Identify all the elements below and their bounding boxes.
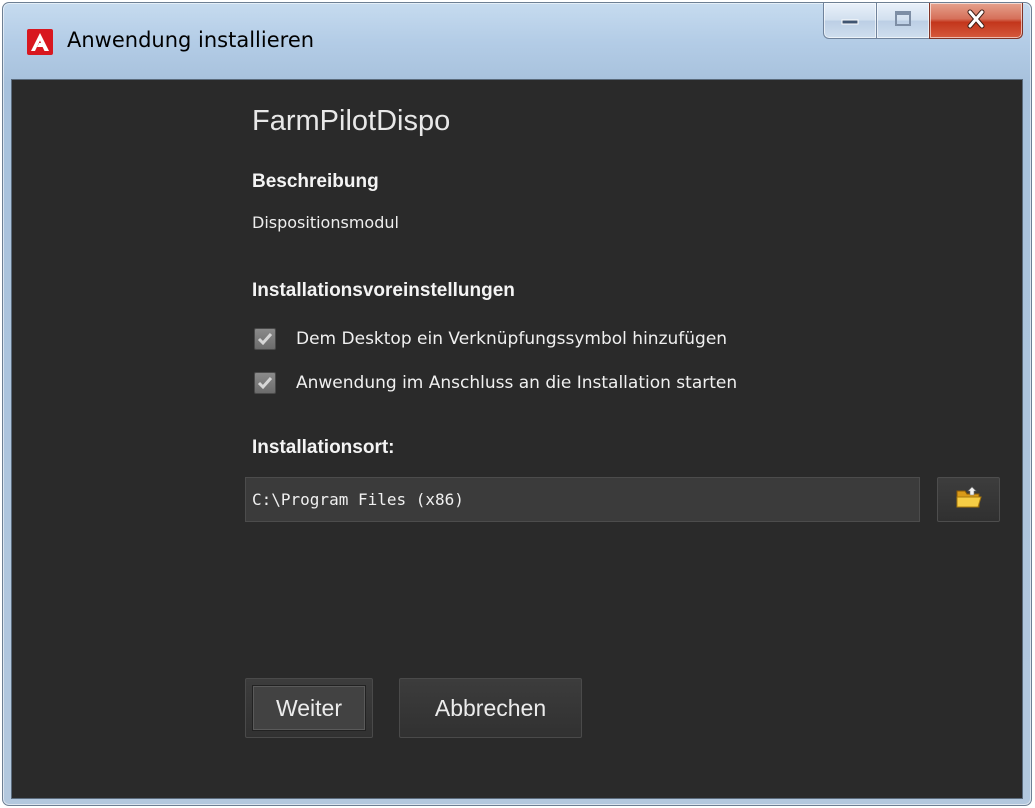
- installer-content: FarmPilotDispo Beschreibung Dispositions…: [11, 79, 1023, 799]
- checkmark-icon: [257, 333, 273, 346]
- description-text: Dispositionsmodul: [252, 213, 399, 232]
- preferences-heading: Installationsvoreinstellungen: [252, 280, 515, 301]
- install-location-heading: Installationsort:: [252, 437, 395, 458]
- window-title: Anwendung installieren: [67, 28, 315, 52]
- description-heading: Beschreibung: [252, 171, 379, 192]
- desktop-shortcut-checkbox[interactable]: [254, 328, 276, 350]
- browse-folder-button[interactable]: [937, 477, 1000, 522]
- maximize-icon: [892, 10, 914, 32]
- start-after-install-checkbox[interactable]: [254, 372, 276, 394]
- start-after-install-option[interactable]: Anwendung im Anschluss an die Installati…: [254, 371, 737, 395]
- folder-icon: [955, 486, 983, 514]
- caption-buttons: [823, 3, 1023, 43]
- minimize-icon: [839, 11, 861, 30]
- close-icon: [965, 9, 987, 33]
- installer-window: Anwendung installieren FarmPilotDispo Be…: [2, 2, 1032, 806]
- install-path-input[interactable]: [245, 477, 920, 522]
- title-bar[interactable]: Anwendung installieren: [3, 3, 1031, 79]
- start-after-install-label: Anwendung im Anschluss an die Installati…: [296, 373, 738, 393]
- desktop-shortcut-option[interactable]: Dem Desktop ein Verknüpfungssymbol hinzu…: [254, 327, 727, 351]
- close-button[interactable]: [929, 3, 1023, 39]
- adobe-air-icon: [27, 29, 53, 55]
- next-button-label: Weiter: [252, 685, 366, 731]
- app-name-heading: FarmPilotDispo: [252, 105, 451, 137]
- maximize-button[interactable]: [876, 3, 929, 39]
- cancel-button-label: Abbrechen: [434, 694, 547, 721]
- cancel-button[interactable]: Abbrechen: [399, 678, 582, 738]
- desktop-shortcut-label: Dem Desktop ein Verknüpfungssymbol hinzu…: [296, 329, 728, 349]
- minimize-button[interactable]: [823, 3, 876, 39]
- checkmark-icon: [257, 377, 273, 390]
- next-button[interactable]: Weiter: [245, 678, 373, 738]
